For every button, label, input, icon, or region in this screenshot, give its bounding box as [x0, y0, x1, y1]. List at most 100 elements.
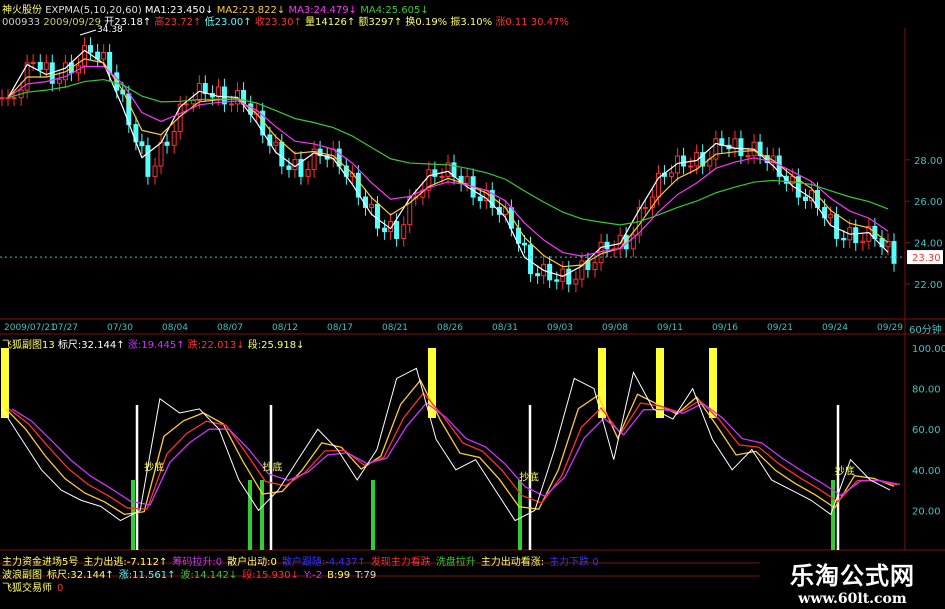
y-tick-label: 24.00	[914, 239, 943, 250]
candle-body	[681, 155, 687, 167]
amount-value: 额3297↑	[358, 17, 403, 28]
x-tick-label: 09/16	[712, 323, 738, 333]
y-tick-label: 22.00	[914, 280, 943, 291]
candle-body	[374, 203, 380, 229]
x-tick-label: 09/29	[877, 323, 903, 333]
signal-label: 抄底	[519, 471, 539, 484]
trader-indicator-name: 飞狐交易师	[2, 583, 52, 594]
candle-body	[336, 148, 342, 167]
quote-header: 000933 2009/09/29 开23.18↑ 高23.72↑ 低23.00…	[2, 13, 569, 28]
candle-body	[535, 273, 541, 277]
open-value: 开23.18↑	[104, 17, 152, 28]
watermark: 乐淘公式网 www.60lt.com	[760, 552, 945, 609]
x-tick-label: 07/27	[52, 323, 78, 333]
candle-body	[891, 241, 897, 264]
y-tick-label: 100.00	[912, 344, 945, 355]
y-tick-label: 28.00	[914, 156, 943, 167]
turnover-value: 换0.19%	[405, 17, 448, 28]
candle-body	[158, 141, 164, 167]
volume-value: 量14126↑	[305, 17, 356, 28]
oscillator-line	[5, 379, 895, 516]
x-tick-label: 08/04	[162, 323, 188, 333]
candle-body	[88, 45, 94, 53]
wave-segment: 段:15.930↓	[242, 570, 299, 581]
candle-body	[802, 196, 808, 202]
candle-body	[464, 176, 470, 184]
y-tick-label: 40.00	[912, 466, 941, 477]
candle-body	[368, 203, 374, 208]
bottom-line-3: 飞狐交易师 0	[2, 579, 68, 594]
candle-body	[292, 158, 298, 170]
candle-body	[860, 240, 866, 244]
candle-body	[171, 131, 177, 146]
wave-b: B:99	[327, 570, 351, 581]
change-value: 涨0.11 30.47%	[495, 17, 569, 28]
watermark-title: 乐淘公式网	[790, 562, 915, 590]
peak-marker	[79, 29, 97, 36]
trader-value: 0	[57, 583, 64, 594]
candle-body	[30, 62, 36, 65]
candle-body	[305, 168, 311, 177]
x-tick-label: 09/03	[547, 323, 573, 333]
candle-body	[82, 45, 88, 67]
candle-body	[37, 62, 43, 70]
y-tick-label: 60.00	[912, 425, 941, 436]
candle-body	[439, 175, 445, 178]
x-tick-label: 08/12	[272, 323, 298, 333]
amplitude-value: 振3.10%	[450, 17, 493, 28]
candle-body	[401, 224, 407, 239]
main-fall: 主力下跌 0	[549, 557, 599, 568]
main-bullish: 主力出动看涨:	[480, 557, 545, 568]
candle-body	[164, 141, 170, 146]
watermark-url: www.60lt.com	[798, 591, 907, 607]
candle-body	[382, 227, 388, 233]
candle-body	[745, 155, 751, 158]
candle-body	[152, 165, 158, 177]
candle-body	[43, 62, 49, 70]
candle-body	[522, 242, 528, 246]
fall-value: 跌:22.013↓	[187, 340, 245, 351]
wave-y: Y:-2	[304, 570, 323, 581]
yellow-signal-bar	[709, 348, 717, 418]
candle-body	[101, 52, 107, 60]
sub-indicator-name: 飞狐副图13	[2, 340, 55, 351]
low-value: 低23.00↑	[204, 17, 252, 28]
x-tick-label: 08/31	[492, 323, 518, 333]
candle-body	[573, 278, 579, 285]
rise-value: 涨:19.445↑	[127, 340, 185, 351]
x-tick-label: 09/24	[822, 323, 848, 333]
candle-body	[0, 97, 5, 100]
x-tick-label: 07/30	[107, 323, 133, 333]
candle-body	[286, 165, 292, 170]
candle-body	[732, 138, 738, 150]
candle-body	[229, 103, 235, 106]
candle-body	[279, 141, 285, 167]
signal-label: 抄底	[835, 464, 855, 477]
quote-date: 2009/09/29	[43, 17, 102, 28]
x-tick-label: 08/17	[327, 323, 353, 333]
x-tick-label: 09/21	[767, 323, 793, 333]
candle-body	[477, 196, 483, 202]
scale-value: 标尺:32.144↑	[57, 340, 125, 351]
stock-code: 000933	[2, 17, 41, 28]
y-tick-label: 80.00	[912, 385, 941, 396]
period-label[interactable]: 60分钟	[909, 321, 942, 336]
wave-rise: 涨:11.561↑	[118, 570, 176, 581]
candle-body	[828, 214, 834, 219]
wave-wave: 波:14.142↓	[180, 570, 238, 581]
sub-header: 飞狐副图13 标尺:32.144↑ 涨:19.445↑ 跌:22.013↓ 段:…	[2, 336, 304, 351]
candle-body	[11, 97, 17, 100]
x-tick-label: 08/26	[437, 323, 463, 333]
y-tick-label: 20.00	[912, 506, 941, 517]
candle-body	[713, 138, 719, 160]
candle-body	[394, 221, 400, 239]
segment-value: 段:25.918↓	[247, 340, 305, 351]
candle-body	[145, 145, 151, 177]
oscillator-line	[8, 392, 898, 510]
candle-body	[841, 237, 847, 241]
candle-body	[853, 227, 859, 244]
signal-label: 抄底	[144, 460, 164, 473]
candle-body	[273, 141, 279, 146]
candle-body	[669, 172, 675, 177]
candle-body	[566, 268, 572, 285]
